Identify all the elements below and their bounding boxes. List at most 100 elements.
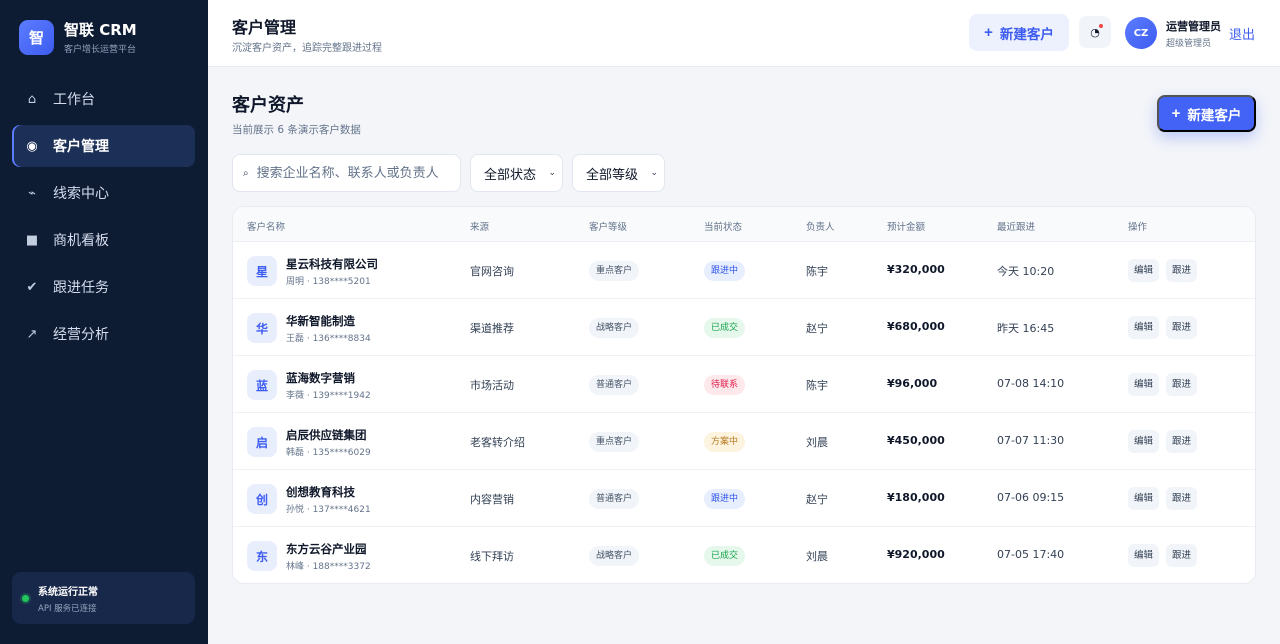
status-badge: 待联系 xyxy=(704,375,746,395)
status-filter-select[interactable]: 全部状态 ⌄ xyxy=(470,154,563,192)
company-contact: 李薇 · 139****1942 xyxy=(286,391,371,401)
edit-button[interactable]: 编辑 xyxy=(1128,373,1160,396)
sidebar-item-dashboard[interactable]: ⌂ 工作台 xyxy=(12,78,195,120)
system-status: 系统运行正常 API 服务已连接 xyxy=(12,572,195,624)
page-title: 客户管理 xyxy=(232,18,297,37)
user-role: 超级管理员 xyxy=(1166,39,1212,49)
plus-icon: + xyxy=(984,24,993,41)
column-header-owner: 负责人 xyxy=(806,222,835,233)
status-subtitle: API 服务已连接 xyxy=(38,603,97,614)
level-badge: 重点客户 xyxy=(589,261,640,281)
table-header: 客户名称 来源 客户等级 当前状态 负责人 预计金额 最近跟进 操作 xyxy=(233,207,1255,242)
notification-button[interactable]: ◔ xyxy=(1079,16,1111,48)
source-cell: 老客转介绍 xyxy=(470,436,525,449)
status-badge: 跟进中 xyxy=(704,489,746,509)
sidebar-item-label: 经营分析 xyxy=(53,327,109,343)
amount-cell: ¥96,000 xyxy=(887,377,938,390)
status-filter-value: 全部状态 xyxy=(484,167,537,183)
follow-up-button[interactable]: 跟进 xyxy=(1166,544,1198,567)
table-row[interactable]: 星星云科技有限公司 周明 · 138****5201 官网咨询 重点客户 跟进中 陈宇 ¥3… xyxy=(233,242,1255,299)
notification-dot xyxy=(1099,24,1103,28)
button-label: 新建客户 xyxy=(999,26,1054,42)
check-icon: ✔ xyxy=(26,279,38,295)
owner-cell: 赵宁 xyxy=(806,322,828,335)
header-new-customer-button[interactable]: + 新建客户 xyxy=(969,14,1069,51)
edit-button[interactable]: 编辑 xyxy=(1128,430,1160,453)
sidebar-nav: ⌂ 工作台 ◉ 客户管理 ⌁ 线索中心 ■ 商机看板 ✔ 跟进任务 ↗ 经营分析 xyxy=(12,78,195,360)
follow-up-button[interactable]: 跟进 xyxy=(1166,373,1198,396)
last-followup-cell: 昨天 16:45 xyxy=(997,322,1055,335)
owner-cell: 赵宁 xyxy=(806,493,828,506)
owner-cell: 刘晨 xyxy=(806,550,828,563)
sidebar-item-customers[interactable]: ◉ 客户管理 xyxy=(12,125,195,167)
company-name[interactable]: 华新智能制造 xyxy=(286,313,355,329)
follow-up-button[interactable]: 跟进 xyxy=(1166,487,1198,510)
follow-up-button[interactable]: 跟进 xyxy=(1166,259,1198,282)
company-avatar: 东 xyxy=(247,541,277,571)
status-title: 系统运行正常 xyxy=(38,586,98,598)
status-dot-icon xyxy=(22,594,29,602)
last-followup-cell: 07-05 17:40 xyxy=(997,548,1065,561)
sidebar-item-label: 线索中心 xyxy=(53,186,109,202)
owner-cell: 刘晨 xyxy=(806,436,828,449)
edit-button[interactable]: 编辑 xyxy=(1128,487,1160,510)
column-header-last-followup: 最近跟进 xyxy=(997,222,1036,233)
home-icon: ⌂ xyxy=(27,91,37,107)
last-followup-cell: 07-07 11:30 xyxy=(997,434,1065,447)
table-row[interactable]: 启启辰供应链集团 韩磊 · 135****6029 老客转介绍 重点客户 方案中 刘晨 ¥4… xyxy=(233,413,1255,470)
chevron-down-icon: ⌄ xyxy=(650,168,658,178)
sidebar-item-label: 工作台 xyxy=(53,92,95,108)
bell-icon: ◔ xyxy=(1090,25,1100,39)
brand[interactable]: 智 智联 CRM 客户增长运营平台 xyxy=(19,20,137,55)
company-name[interactable]: 创想教育科技 xyxy=(286,484,355,500)
button-label: 新建客户 xyxy=(1187,107,1242,123)
last-followup-cell: 今天 10:20 xyxy=(997,265,1055,278)
edit-button[interactable]: 编辑 xyxy=(1128,259,1160,282)
sidebar-item-label: 商机看板 xyxy=(53,233,109,249)
level-filter-value: 全部等级 xyxy=(586,167,639,183)
search-input[interactable] xyxy=(256,165,442,181)
trend-icon: ↗ xyxy=(26,326,38,342)
company-contact: 林峰 · 188****3372 xyxy=(286,562,371,572)
follow-up-button[interactable]: 跟进 xyxy=(1166,430,1198,453)
sidebar-item-leads[interactable]: ⌁ 线索中心 xyxy=(12,172,195,214)
table-row[interactable]: 东东方云谷产业园 林峰 · 188****3372 线下拜访 战略客户 已成交 刘晨 ¥92… xyxy=(233,527,1255,583)
table-row[interactable]: 华华新智能制造 王磊 · 136****8834 渠道推荐 战略客户 已成交 赵宁 ¥680… xyxy=(233,299,1255,356)
sidebar-item-tasks[interactable]: ✔ 跟进任务 xyxy=(12,266,195,308)
level-badge: 普通客户 xyxy=(589,375,640,395)
leads-icon: ⌁ xyxy=(28,185,36,201)
source-cell: 线下拜访 xyxy=(470,550,514,563)
table-row[interactable]: 蓝蓝海数字营销 李薇 · 139****1942 市场活动 普通客户 待联系 陈宇 ¥96,… xyxy=(233,356,1255,413)
sidebar-item-label: 客户管理 xyxy=(53,139,109,155)
company-name[interactable]: 蓝海数字营销 xyxy=(286,370,355,386)
company-name[interactable]: 启辰供应链集团 xyxy=(286,427,367,443)
brand-name: 智联 CRM xyxy=(64,20,137,39)
avatar[interactable]: CZ xyxy=(1125,17,1157,49)
chevron-down-icon: ⌄ xyxy=(548,168,556,178)
section-subtitle: 当前展示 6 条演示客户数据 xyxy=(232,124,361,136)
logout-link[interactable]: 退出 xyxy=(1229,24,1255,43)
owner-cell: 陈宇 xyxy=(806,265,828,278)
last-followup-cell: 07-06 09:15 xyxy=(997,491,1065,504)
board-icon: ■ xyxy=(25,232,39,248)
last-followup-cell: 07-08 14:10 xyxy=(997,377,1065,390)
column-header-actions: 操作 xyxy=(1128,222,1148,233)
sidebar-item-analytics[interactable]: ↗ 经营分析 xyxy=(12,313,195,355)
follow-up-button[interactable]: 跟进 xyxy=(1166,316,1198,339)
customer-table: 客户名称 来源 客户等级 当前状态 负责人 预计金额 最近跟进 操作 星星云科技… xyxy=(232,206,1256,584)
level-filter-select[interactable]: 全部等级 ⌄ xyxy=(572,154,665,192)
amount-cell: ¥920,000 xyxy=(887,548,945,561)
edit-button[interactable]: 编辑 xyxy=(1128,316,1160,339)
level-badge: 战略客户 xyxy=(589,546,640,566)
table-row[interactable]: 创创想教育科技 孙悦 · 137****4621 内容营销 普通客户 跟进中 赵宁 ¥180… xyxy=(233,470,1255,527)
company-name[interactable]: 东方云谷产业园 xyxy=(286,541,367,557)
edit-button[interactable]: 编辑 xyxy=(1128,544,1160,567)
company-name[interactable]: 星云科技有限公司 xyxy=(286,256,378,272)
status-badge: 方案中 xyxy=(704,432,746,452)
column-header-status: 当前状态 xyxy=(704,222,743,233)
company-avatar: 华 xyxy=(247,313,277,343)
company-contact: 周明 · 138****5201 xyxy=(286,277,371,287)
amount-cell: ¥680,000 xyxy=(887,320,945,333)
sidebar-item-opportunities[interactable]: ■ 商机看板 xyxy=(12,219,195,261)
new-customer-button[interactable]: + 新建客户 xyxy=(1157,95,1256,132)
